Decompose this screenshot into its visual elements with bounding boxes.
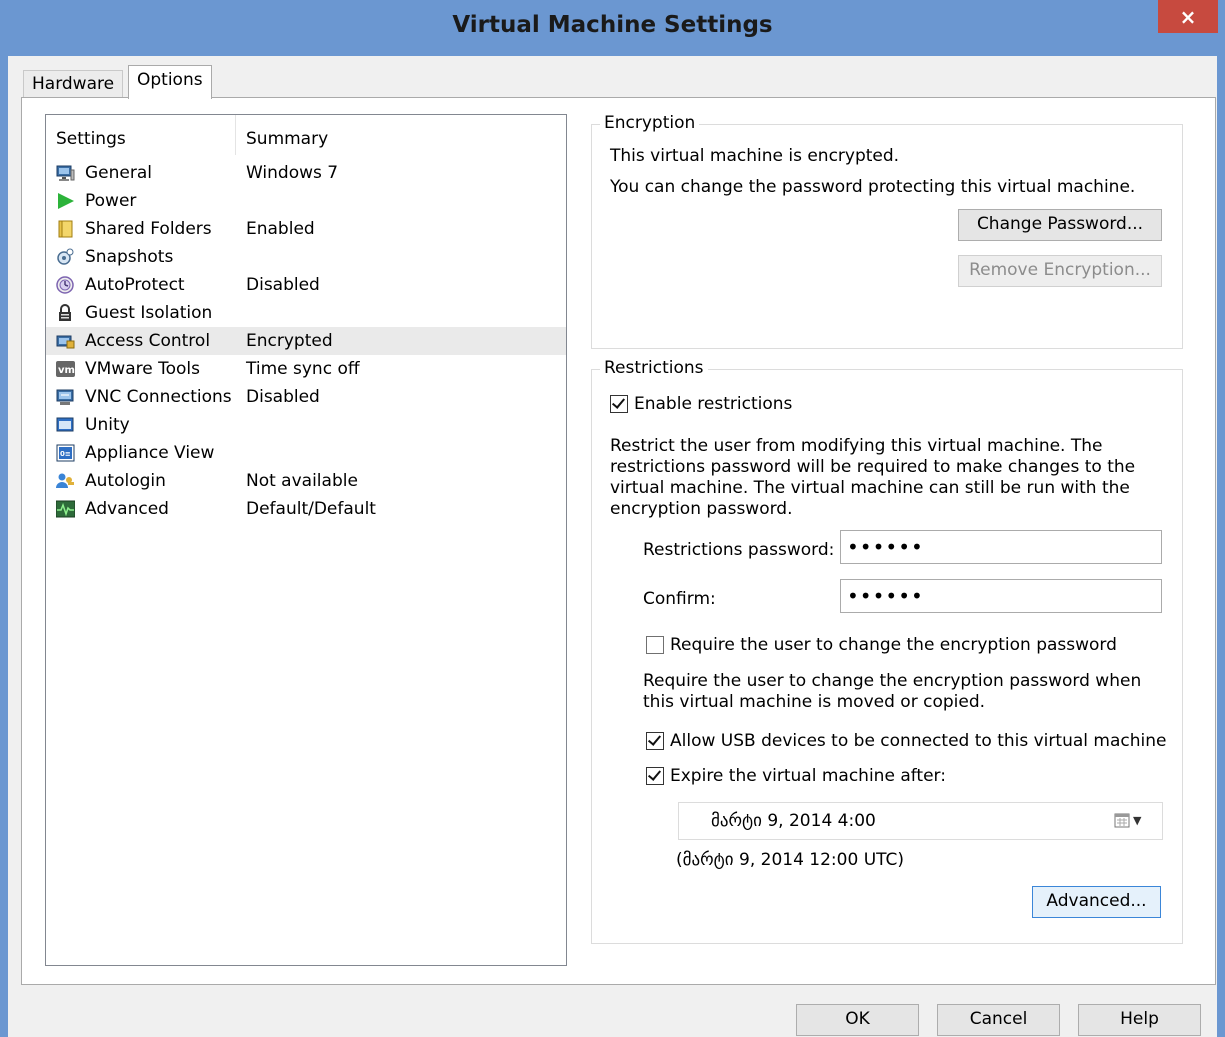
unity-icon <box>56 417 74 432</box>
settings-window: Virtual Machine Settings × Hardware Opti… <box>0 0 1225 1037</box>
advanced-button[interactable]: Advanced... <box>1032 886 1161 918</box>
restrictions-password-label: Restrictions password: <box>643 540 835 560</box>
lock-icon <box>59 304 71 321</box>
encryption-group: Encryption This virtual machine is encry… <box>591 113 1183 349</box>
tab-options[interactable]: Options <box>128 65 212 99</box>
list-item-name: AutoProtect <box>85 275 185 295</box>
column-separator[interactable] <box>235 115 236 155</box>
list-item-general[interactable]: General Windows 7 <box>46 159 566 187</box>
restrictions-password-field[interactable]: •••••• <box>840 530 1162 564</box>
restrictions-description: Restrict the user from modifying this vi… <box>610 436 1135 520</box>
restrictions-group: Restrictions Enable restrictions Restric… <box>591 358 1183 944</box>
change-password-button[interactable]: Change Password... <box>958 209 1162 241</box>
list-item-summary: Disabled <box>246 275 320 295</box>
title-bar: Virtual Machine Settings × <box>0 0 1225 56</box>
expire-date-value[interactable]: მარტი 9, 2014 4:00 <box>711 811 876 831</box>
list-item-name: Advanced <box>85 499 169 519</box>
list-item-autoprotect[interactable]: AutoProtect Disabled <box>46 271 566 299</box>
list-item-unity[interactable]: Unity <box>46 411 566 439</box>
list-item-vmware-tools[interactable]: vm VMware Tools Time sync off <box>46 355 566 383</box>
list-item-shared-folders[interactable]: Shared Folders Enabled <box>46 215 566 243</box>
confirm-password-field[interactable]: •••••• <box>840 579 1162 613</box>
list-item-name: Power <box>85 191 137 211</box>
list-item-name: VNC Connections <box>85 387 232 407</box>
calendar-icon[interactable] <box>1114 812 1130 828</box>
list-item-summary: Time sync off <box>246 359 360 379</box>
encryption-hint: You can change the password protecting t… <box>610 177 1136 197</box>
allow-usb-checkbox[interactable] <box>646 732 664 750</box>
confirm-label: Confirm: <box>643 589 716 609</box>
require-change-checkbox[interactable] <box>646 636 664 654</box>
expire-label[interactable]: Expire the virtual machine after: <box>670 766 946 786</box>
require-change-hint-line: Require the user to change the encryptio… <box>643 671 1142 691</box>
list-item-summary: Not available <box>246 471 358 491</box>
allow-usb-label[interactable]: Allow USB devices to be connected to thi… <box>670 731 1166 751</box>
list-item-summary: Default/Default <box>246 499 376 519</box>
require-change-hint: Require the user to change the encryptio… <box>643 671 1141 713</box>
list-item-appliance-view[interactable]: 0≡ Appliance View <box>46 439 566 467</box>
remove-encryption-button[interactable]: Remove Encryption... <box>958 255 1162 287</box>
window-title: Virtual Machine Settings <box>452 12 773 38</box>
dialog-client: Hardware Options Settings Summary Genera… <box>8 56 1217 1037</box>
restrictions-description-line: encryption password. <box>610 499 793 519</box>
access-control-icon <box>56 335 75 349</box>
vnc-icon <box>56 389 74 405</box>
list-item-summary: Windows 7 <box>246 163 339 183</box>
list-item-name: Unity <box>85 415 130 435</box>
require-change-label[interactable]: Require the user to change the encryptio… <box>670 635 1117 655</box>
list-item-summary: Encrypted <box>246 331 333 351</box>
restrictions-description-line: restrictions password will be required t… <box>610 457 1136 477</box>
list-item-name: Snapshots <box>85 247 174 267</box>
expire-date-picker[interactable]: მარტი 9, 2014 4:00 ▼ <box>678 802 1163 840</box>
svg-text:0≡: 0≡ <box>60 450 71 458</box>
svg-text:vm: vm <box>58 365 75 376</box>
list-item-summary: Enabled <box>246 219 315 239</box>
chevron-down-icon[interactable]: ▼ <box>1133 814 1141 827</box>
settings-list[interactable]: Settings Summary General Windows 7 Power… <box>45 114 567 966</box>
vm-icon: vm <box>56 361 75 377</box>
expire-utc-text: (მარტი 9, 2014 12:00 UTC) <box>676 850 905 870</box>
list-item-name: Appliance View <box>85 443 215 463</box>
enable-restrictions-checkbox[interactable] <box>610 395 628 413</box>
play-icon <box>58 193 74 209</box>
clock-icon <box>56 276 74 294</box>
tab-hardware[interactable]: Hardware <box>23 70 124 98</box>
monitor-icon <box>56 165 75 181</box>
enable-restrictions-label[interactable]: Enable restrictions <box>634 394 792 414</box>
column-header-settings[interactable]: Settings <box>56 129 126 149</box>
encryption-legend: Encryption <box>600 113 700 133</box>
list-item-guest-isolation[interactable]: Guest Isolation <box>46 299 566 327</box>
restrictions-legend: Restrictions <box>600 358 708 378</box>
list-item-summary: Disabled <box>246 387 320 407</box>
restrictions-description-line: virtual machine. The virtual machine can… <box>610 478 1130 498</box>
list-item-access-control[interactable]: Access Control Encrypted <box>46 327 566 355</box>
list-item-power[interactable]: Power <box>46 187 566 215</box>
list-item-name: VMware Tools <box>85 359 200 379</box>
encryption-status: This virtual machine is encrypted. <box>610 146 900 166</box>
list-item-name: General <box>85 163 152 183</box>
list-item-name: Guest Isolation <box>85 303 213 323</box>
users-icon <box>56 473 74 488</box>
expire-checkbox[interactable] <box>646 767 664 785</box>
column-header-summary[interactable]: Summary <box>246 129 328 149</box>
list-item-name: Autologin <box>85 471 166 491</box>
list-item-name: Shared Folders <box>85 219 212 239</box>
restrictions-description-line: Restrict the user from modifying this vi… <box>610 436 1103 456</box>
list-item-name: Access Control <box>85 331 211 351</box>
require-change-hint-line: this virtual machine is moved or copied. <box>643 692 986 712</box>
options-panel: Settings Summary General Windows 7 Power… <box>21 97 1216 985</box>
list-item-vnc-connections[interactable]: VNC Connections Disabled <box>46 383 566 411</box>
ok-button[interactable]: OK <box>796 1004 919 1036</box>
appliance-icon: 0≡ <box>56 444 75 462</box>
snapshot-icon <box>57 248 74 265</box>
folder-icon <box>58 220 73 238</box>
list-item-advanced[interactable]: Advanced Default/Default <box>46 495 566 523</box>
pulse-icon <box>56 500 75 518</box>
list-item-autologin[interactable]: Autologin Not available <box>46 467 566 495</box>
list-item-snapshots[interactable]: Snapshots <box>46 243 566 271</box>
close-button[interactable]: × <box>1158 0 1218 33</box>
cancel-button[interactable]: Cancel <box>937 1004 1060 1036</box>
help-button[interactable]: Help <box>1078 1004 1201 1036</box>
